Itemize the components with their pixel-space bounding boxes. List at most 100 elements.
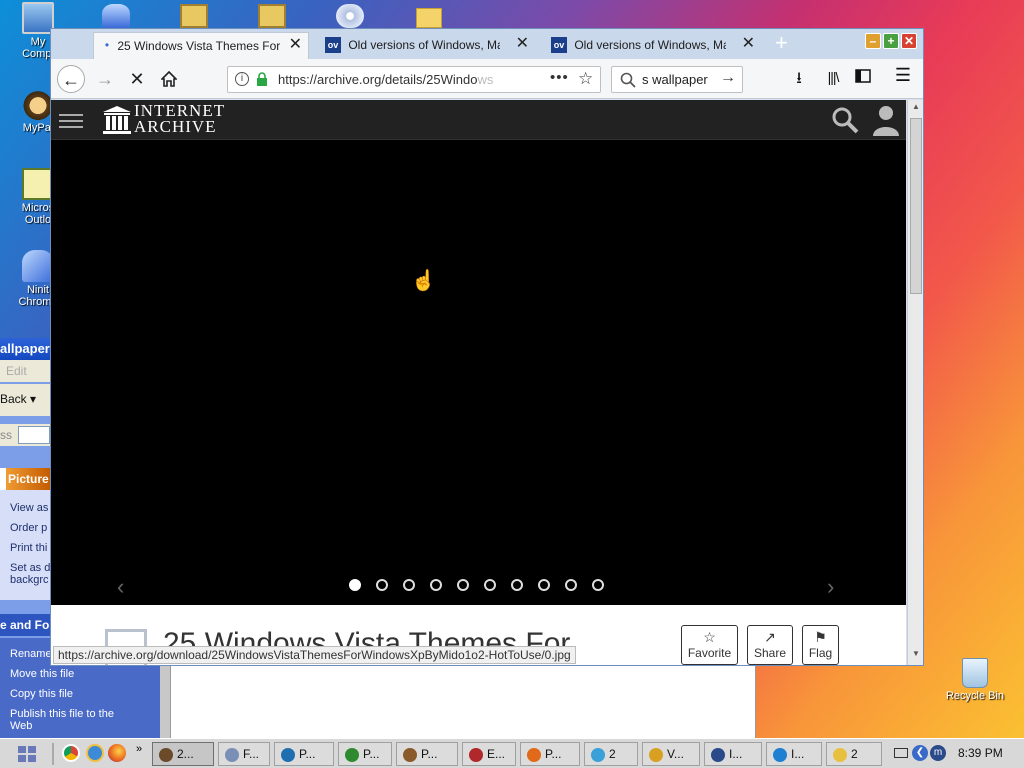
zip-folder-icon[interactable] bbox=[258, 4, 286, 28]
address-input[interactable] bbox=[18, 426, 50, 444]
keyboard-icon[interactable] bbox=[894, 748, 908, 758]
tab-old-versions-2[interactable]: ov Old versions of Windows, Ma ✕ bbox=[545, 32, 761, 59]
ia-logo-text[interactable]: INTERNET ARCHIVE bbox=[134, 102, 225, 135]
app-icon bbox=[403, 747, 417, 762]
share-button[interactable]: ↗ Share bbox=[747, 625, 793, 665]
user-account-icon[interactable] bbox=[871, 104, 901, 136]
lock-icon[interactable] bbox=[256, 72, 268, 86]
stop-loading-button[interactable]: ✕ bbox=[123, 65, 151, 93]
task-order-prints[interactable]: Order p bbox=[10, 522, 47, 534]
carousel-dot[interactable] bbox=[484, 579, 496, 591]
tab-old-versions-1[interactable]: ov Old versions of Windows, Ma ✕ bbox=[319, 32, 535, 59]
scroll-up-icon[interactable]: ▲ bbox=[910, 102, 922, 116]
taskbar-button[interactable]: I... bbox=[766, 742, 822, 766]
menu-edit[interactable]: Edit bbox=[0, 360, 50, 382]
internet-archive-logo-icon[interactable] bbox=[101, 104, 133, 136]
bookmark-star-icon[interactable]: ☆ bbox=[578, 69, 593, 89]
home-button[interactable] bbox=[155, 65, 183, 93]
site-info-icon[interactable]: i bbox=[235, 72, 249, 86]
close-tab-icon[interactable]: ✕ bbox=[516, 32, 529, 56]
search-input[interactable]: s wallpaper bbox=[642, 72, 708, 87]
url-text[interactable]: https://archive.org/details/25Windows bbox=[278, 72, 514, 88]
back-button[interactable]: ← bbox=[57, 65, 85, 93]
taskbar-button[interactable]: 2 bbox=[826, 742, 882, 766]
sidebar-icon[interactable] bbox=[851, 67, 875, 88]
url-bar[interactable]: i https://archive.org/details/25Windows … bbox=[227, 66, 601, 93]
close-window-button[interactable]: ✕ bbox=[901, 33, 917, 49]
page-actions-icon[interactable]: ••• bbox=[550, 69, 569, 86]
taskbar: » 2... F... P... P... P... E... P... 2 V... I... I… bbox=[0, 738, 1024, 768]
carousel-next-icon[interactable]: › bbox=[827, 574, 834, 600]
ie-quicklaunch-icon[interactable] bbox=[86, 744, 104, 762]
task-view-as[interactable]: View as bbox=[10, 502, 48, 514]
taskbar-button[interactable]: E... bbox=[462, 742, 516, 766]
explorer-toolbar: Back ▾ bbox=[0, 384, 50, 416]
scroll-down-icon[interactable]: ▼ bbox=[910, 649, 922, 663]
taskbar-button[interactable]: F... bbox=[218, 742, 270, 766]
taskbar-button-label: E... bbox=[487, 747, 506, 761]
carousel-dot[interactable] bbox=[592, 579, 604, 591]
firefox-quicklaunch-icon[interactable] bbox=[108, 744, 126, 762]
tab-active[interactable]: • 25 Windows Vista Themes For ✕ bbox=[93, 32, 309, 59]
carousel-dot[interactable] bbox=[403, 579, 415, 591]
close-tab-icon[interactable]: ✕ bbox=[742, 32, 755, 56]
folder-icon[interactable] bbox=[416, 8, 442, 28]
start-button-icon[interactable] bbox=[16, 744, 38, 764]
task-rename[interactable]: Rename bbox=[10, 648, 52, 660]
new-tab-button[interactable]: + bbox=[775, 31, 788, 55]
file-tasks-header[interactable]: e and Fo bbox=[0, 614, 50, 636]
picture-tasks-header[interactable]: Picture bbox=[0, 468, 50, 490]
taskbar-button[interactable]: V... bbox=[642, 742, 700, 766]
flag-button[interactable]: ⚑ Flag bbox=[802, 625, 839, 665]
taskbar-button[interactable]: P... bbox=[338, 742, 392, 766]
carousel-dot[interactable] bbox=[457, 579, 469, 591]
taskbar-button[interactable]: P... bbox=[396, 742, 458, 766]
tray-app-icon[interactable]: m bbox=[930, 745, 946, 761]
search-box[interactable]: s wallpaper → bbox=[611, 66, 743, 93]
library-icon[interactable]: |||\ bbox=[821, 69, 845, 85]
taskbar-button-label: I... bbox=[729, 747, 743, 761]
carousel-dot[interactable] bbox=[376, 579, 388, 591]
quicklaunch-overflow-icon[interactable]: » bbox=[136, 743, 142, 755]
scroll-thumb[interactable] bbox=[910, 118, 922, 294]
search-icon[interactable] bbox=[831, 106, 859, 134]
task-copy[interactable]: Copy this file bbox=[10, 688, 73, 700]
task-move[interactable]: Move this file bbox=[10, 668, 74, 680]
taskbar-button[interactable]: I... bbox=[704, 742, 762, 766]
menu-icon[interactable]: ☰ bbox=[891, 65, 915, 86]
zip-folder-icon[interactable] bbox=[180, 4, 208, 28]
vertical-scrollbar[interactable]: ▲ ▼ bbox=[907, 100, 923, 665]
search-go-icon[interactable]: → bbox=[720, 69, 736, 87]
carousel-prev-icon[interactable]: ‹ bbox=[117, 574, 124, 600]
taskbar-button[interactable]: P... bbox=[520, 742, 580, 766]
carousel-dot[interactable] bbox=[538, 579, 550, 591]
favorite-button[interactable]: ☆ Favorite bbox=[681, 625, 738, 665]
downloads-icon[interactable]: ⭳ bbox=[787, 67, 811, 94]
taskbar-button[interactable]: 2 bbox=[584, 742, 638, 766]
taskbar-button[interactable]: 2... bbox=[152, 742, 214, 766]
tab-title: 25 Windows Vista Themes For bbox=[117, 38, 281, 53]
taskbar-button[interactable]: P... bbox=[274, 742, 334, 766]
chrome-quicklaunch-icon[interactable] bbox=[62, 744, 80, 762]
back-button[interactable]: Back ▾ bbox=[0, 392, 36, 406]
forward-button[interactable]: → bbox=[91, 65, 119, 93]
carousel-dot[interactable] bbox=[565, 579, 577, 591]
maximize-button[interactable]: + bbox=[883, 33, 899, 49]
ov-favicon-icon: ov bbox=[325, 36, 341, 53]
picture-tasks-panel: Picture View as Order p Print thi Set as… bbox=[0, 468, 50, 600]
desktop-icon-partial[interactable] bbox=[102, 4, 130, 28]
minimize-button[interactable]: – bbox=[865, 33, 881, 49]
carousel-dot[interactable] bbox=[430, 579, 442, 591]
carousel-dot[interactable] bbox=[511, 579, 523, 591]
clock[interactable]: 8:39 PM bbox=[958, 746, 1003, 760]
task-set-as-background[interactable]: Set as d bbox=[10, 562, 50, 574]
back-circle-icon[interactable]: ❮ bbox=[912, 745, 928, 761]
task-print[interactable]: Print thi bbox=[10, 542, 47, 554]
carousel-dot[interactable] bbox=[349, 579, 361, 591]
hamburger-menu-icon[interactable] bbox=[59, 110, 83, 130]
app-icon bbox=[345, 747, 359, 762]
task-publish[interactable]: Publish this file to the bbox=[10, 708, 114, 720]
desktop-icon-recycle-bin[interactable]: Recycle Bin bbox=[940, 658, 1010, 702]
close-tab-icon[interactable]: ✕ bbox=[289, 33, 302, 57]
cd-drive-icon[interactable] bbox=[336, 4, 364, 28]
